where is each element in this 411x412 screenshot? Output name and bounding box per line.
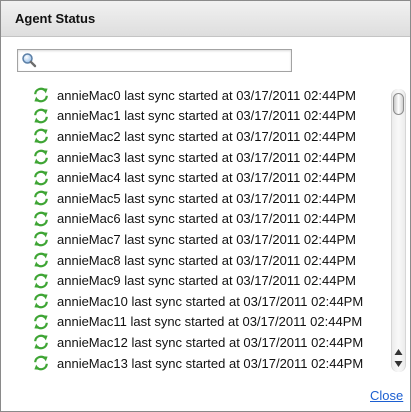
- agent-status-text: annieMac12 last sync started at 03/17/20…: [57, 334, 364, 350]
- sync-icon: [34, 170, 48, 185]
- sync-icon: [34, 252, 48, 268]
- list-item: annieMac4 last sync started at 03/17/201…: [27, 167, 387, 188]
- sync-icon: [34, 293, 48, 309]
- agent-status-text: annieMac0 last sync started at 03/17/201…: [57, 87, 356, 103]
- scrollbar-thumb[interactable]: [393, 93, 404, 115]
- close-link[interactable]: Close: [370, 388, 403, 403]
- sync-icon: [34, 108, 48, 124]
- agent-status-text: annieMac7 last sync started at 03/17/201…: [57, 231, 356, 247]
- agent-status-dialog: Agent Status annieMac0 last sync started…: [0, 0, 411, 412]
- sync-icon: [34, 149, 48, 165]
- search-box[interactable]: [17, 49, 292, 72]
- list-item: annieMac12 last sync started at 03/17/20…: [27, 332, 387, 353]
- agent-status-text: annieMac13 last sync started at 03/17/20…: [57, 355, 364, 371]
- agent-status-text: annieMac3 last sync started at 03/17/201…: [57, 149, 356, 165]
- list-item: annieMac10 last sync started at 03/17/20…: [27, 291, 387, 312]
- vertical-scrollbar[interactable]: [391, 89, 406, 372]
- sync-icon: [34, 355, 48, 371]
- dialog-titlebar: Agent Status: [1, 1, 410, 37]
- agent-status-text: annieMac5 last sync started at 03/17/201…: [57, 190, 356, 206]
- agent-status-text: annieMac9 last sync started at 03/17/201…: [57, 273, 356, 289]
- sync-icon: [34, 232, 48, 247]
- scroll-arrows-icon[interactable]: [392, 346, 405, 370]
- list-item: annieMac13 last sync started at 03/17/20…: [27, 353, 387, 374]
- list-item: annieMac2 last sync started at 03/17/201…: [27, 126, 387, 147]
- list-item: annieMac6 last sync started at 03/17/201…: [27, 209, 387, 230]
- agent-status-text: annieMac11 last sync started at 03/17/20…: [57, 314, 363, 330]
- list-item: annieMac8 last sync started at 03/17/201…: [27, 250, 387, 271]
- sync-icon: [34, 88, 48, 103]
- search-icon: [22, 53, 37, 68]
- list-item: annieMac0 last sync started at 03/17/201…: [27, 85, 387, 106]
- dialog-title: Agent Status: [15, 11, 96, 26]
- agent-status-text: annieMac4 last sync started at 03/17/201…: [57, 170, 356, 186]
- agent-status-text: annieMac6 last sync started at 03/17/201…: [57, 211, 356, 227]
- agent-status-list: annieMac0 last sync started at 03/17/201…: [27, 85, 387, 375]
- sync-icon: [34, 314, 48, 330]
- list-item: annieMac7 last sync started at 03/17/201…: [27, 229, 387, 250]
- list-item: annieMac5 last sync started at 03/17/201…: [27, 188, 387, 209]
- list-item: annieMac3 last sync started at 03/17/201…: [27, 147, 387, 168]
- search-input[interactable]: [40, 51, 285, 69]
- sync-icon: [34, 191, 48, 206]
- list-item: annieMac1 last sync started at 03/17/201…: [27, 106, 387, 127]
- sync-icon: [34, 273, 48, 288]
- sync-icon: [34, 335, 48, 350]
- sync-icon: [34, 129, 48, 144]
- list-item: annieMac11 last sync started at 03/17/20…: [27, 312, 387, 333]
- agent-status-text: annieMac8 last sync started at 03/17/201…: [57, 252, 356, 268]
- sync-icon: [34, 211, 48, 227]
- agent-status-text: annieMac2 last sync started at 03/17/201…: [57, 128, 356, 144]
- agent-status-text: annieMac10 last sync started at 03/17/20…: [57, 293, 364, 309]
- list-item: annieMac9 last sync started at 03/17/201…: [27, 270, 387, 291]
- agent-status-text: annieMac1 last sync started at 03/17/201…: [57, 108, 356, 124]
